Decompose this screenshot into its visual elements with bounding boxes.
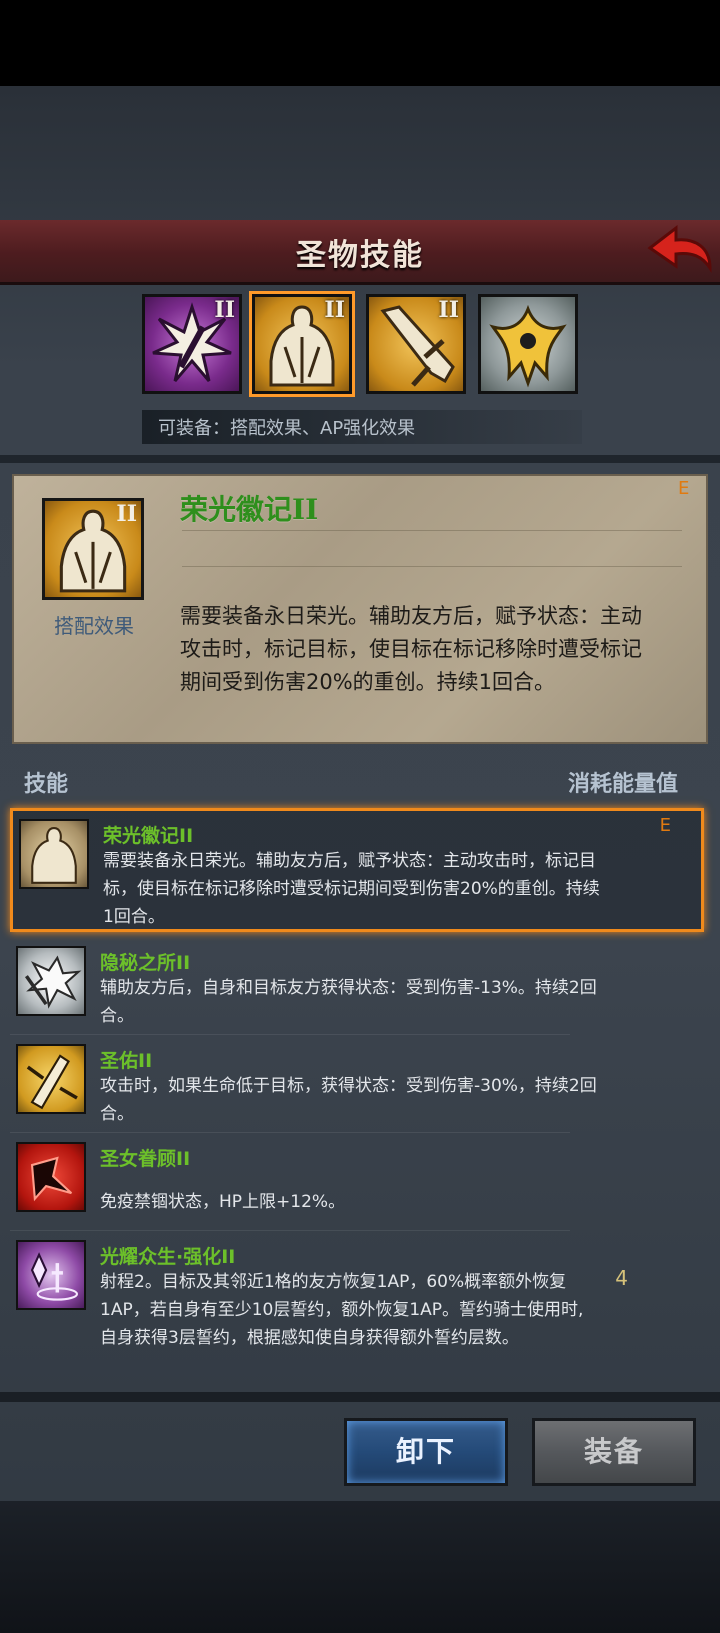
skill-name: 荣光徽记II — [103, 825, 194, 847]
divider — [182, 530, 682, 531]
relic-slot-1[interactable]: II — [142, 294, 242, 394]
skill-grade: E — [659, 815, 671, 836]
divider — [10, 1034, 570, 1035]
skill-row-5[interactable]: 光耀众生·强化II 4 射程2。目标及其邻近1格的友方恢复1AP，60%概率额外… — [10, 1232, 704, 1392]
bottom-area — [0, 1501, 720, 1633]
skill-row-3[interactable]: 圣佑II 攻击时，如果生命低于目标，获得状态：受到伤害-30%，持续2回合。 — [10, 1036, 704, 1132]
equip-button[interactable]: 装备 — [532, 1418, 696, 1486]
golden-crest-icon — [489, 304, 567, 388]
relic-slot-3[interactable]: II — [366, 294, 466, 394]
relic-slot-4[interactable] — [478, 294, 578, 394]
detail-description: 需要装备永日荣光。辅助友方后，赋予状态：主动攻击时，标记目标，使目标在标记移除时… — [180, 604, 642, 694]
detail-grade: E — [678, 478, 690, 499]
relic-slot-2[interactable]: II — [249, 291, 355, 397]
skill-row-4[interactable]: 圣女眷顾II 免疫禁锢状态，HP上限+12%。 — [10, 1134, 704, 1230]
shield-burst-icon — [16, 946, 86, 1016]
skill-name: 隐秘之所II — [100, 952, 191, 974]
divider — [182, 566, 682, 567]
skill-description: 攻击时，如果生命低于目标，获得状态：受到伤害-30%，持续2回合。 — [100, 1076, 597, 1124]
skill-description: 免疫禁锢状态，HP上限+12%。 — [100, 1192, 346, 1212]
page-title: 圣物技能 — [296, 238, 424, 273]
knight-bust-icon — [19, 819, 89, 889]
broken-chain-icon — [16, 1142, 86, 1212]
detail-title: 荣光徽记II — [180, 493, 319, 526]
divider — [10, 1230, 570, 1231]
detail-icon-label: 搭配效果 — [54, 614, 134, 638]
skill-row-2[interactable]: 隐秘之所II 辅助友方后，自身和目标友方获得状态：受到伤害-13%。持续2回合。 — [10, 938, 704, 1034]
divider — [0, 455, 720, 463]
blessing-icon — [16, 1044, 86, 1114]
radiant-figure-icon — [16, 1240, 86, 1310]
divider — [10, 1132, 570, 1133]
tier-label: II — [438, 297, 459, 323]
tier-label: II — [324, 297, 345, 323]
skill-description: 射程2。目标及其邻近1格的友方恢复1AP，60%概率额外恢复1AP，若自身有至少… — [100, 1272, 584, 1348]
tier-label: II — [214, 297, 235, 323]
skill-name: 光耀众生·强化II — [100, 1246, 236, 1268]
back-arrow-icon — [647, 224, 712, 273]
status-bar-area — [0, 0, 720, 86]
column-header-cost: 消耗能量值 — [568, 772, 679, 797]
skill-name: 圣佑II — [100, 1050, 153, 1072]
skill-name: 圣女眷顾II — [100, 1148, 191, 1170]
list-bottom-edge — [0, 1392, 720, 1402]
equippable-text: 可装备：搭配效果、AP强化效果 — [158, 418, 416, 439]
skill-cost: 4 — [615, 1266, 628, 1290]
skill-row-1[interactable]: 荣光徽记II E 需要装备永日荣光。辅助友方后，赋予状态：主动攻击时，标记目标，… — [10, 808, 704, 932]
skill-description: 辅助友方后，自身和目标友方获得状态：受到伤害-13%。持续2回合。 — [100, 978, 597, 1026]
unequip-button[interactable]: 卸下 — [344, 1418, 508, 1486]
skill-description: 需要装备永日荣光。辅助友方后，赋予状态：主动攻击时，标记目标，使目标在标记移除时… — [103, 851, 600, 927]
detail-skill-icon: II — [42, 498, 144, 600]
tier-label: II — [116, 501, 137, 527]
column-header-skill: 技能 — [24, 772, 69, 797]
back-button[interactable] — [646, 222, 714, 276]
